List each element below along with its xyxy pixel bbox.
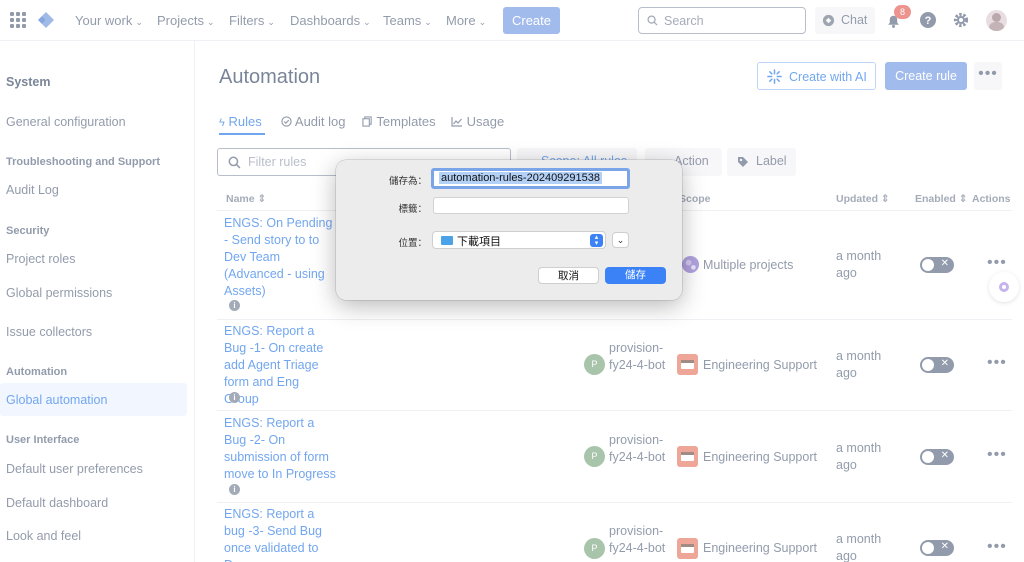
folder-icon [441, 236, 453, 245]
cancel-button[interactable]: 取消 [538, 267, 599, 284]
tags-label: 標籤： [398, 204, 427, 215]
tags-input[interactable] [433, 197, 629, 214]
save-button[interactable]: 儲存 [605, 267, 666, 284]
location-label: 位置： [398, 238, 427, 249]
save-as-value: automation-rules-202409291538 [439, 172, 603, 184]
expand-dialog-button[interactable]: ⌄ [612, 232, 629, 248]
location-select[interactable]: 下載項目 ▴ ▾ [432, 231, 606, 249]
save-as-input[interactable]: automation-rules-202409291538 [431, 168, 630, 189]
location-value: 下載項目 [457, 236, 501, 248]
save-as-label: 儲存為： [388, 176, 427, 187]
chevron-down-icon: ⌄ [616, 235, 625, 245]
up-down-chevron-icon: ▴ ▾ [590, 234, 603, 247]
